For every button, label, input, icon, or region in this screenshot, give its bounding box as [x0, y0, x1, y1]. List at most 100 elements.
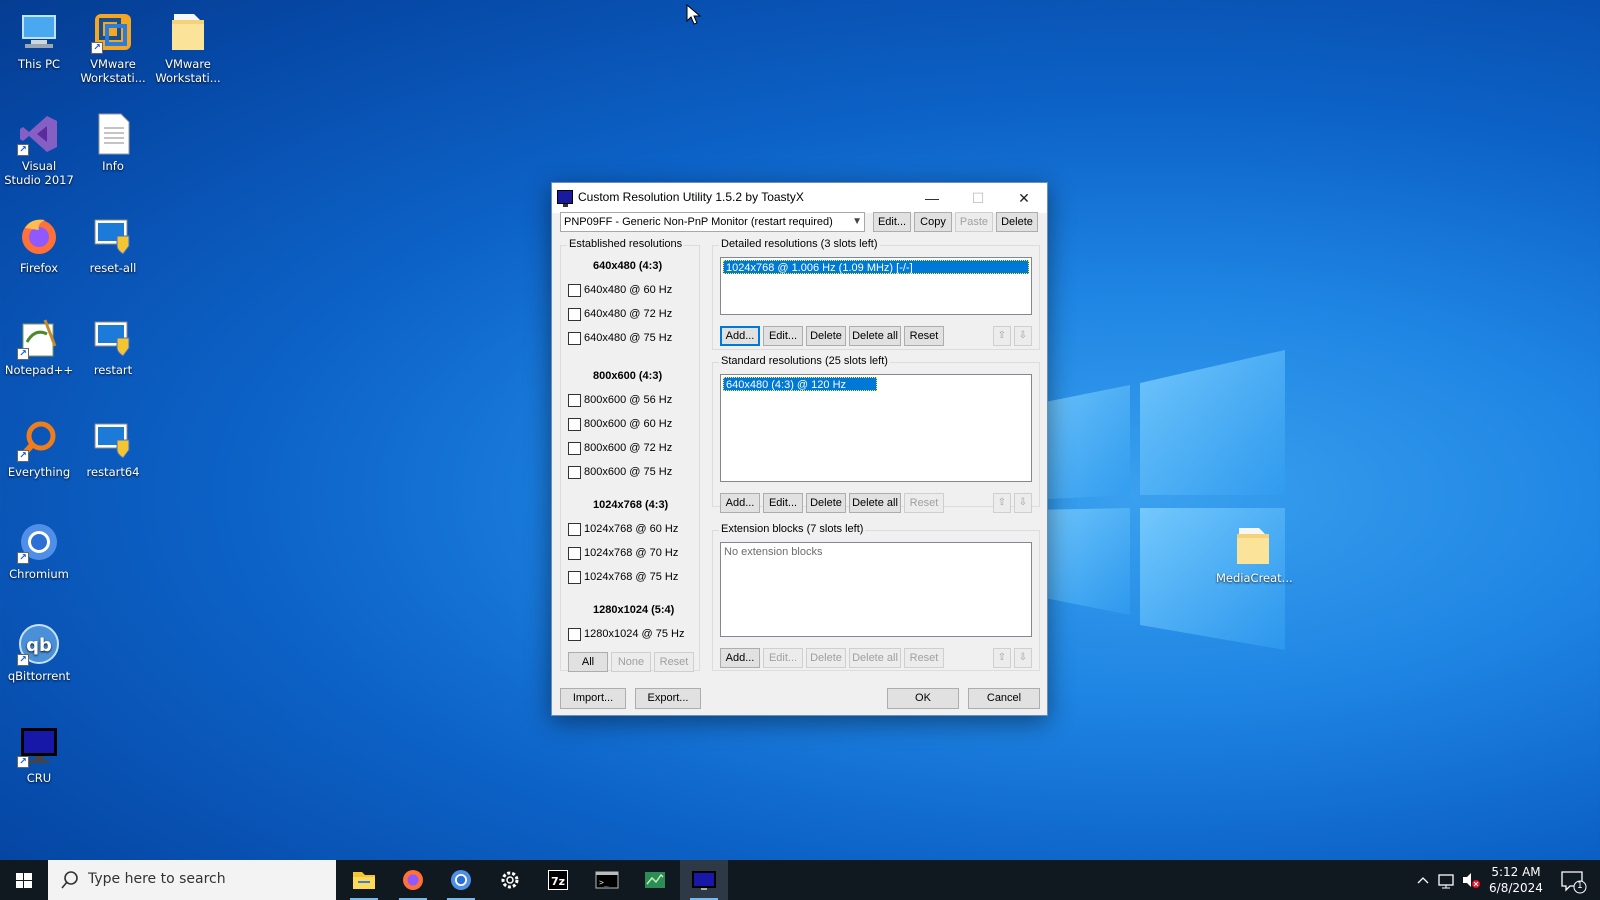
export-button[interactable]: Export... [635, 688, 701, 709]
checkbox-640x480-60[interactable]: 640x480 @ 60 Hz [568, 284, 672, 298]
terminal-icon: >_ [595, 871, 619, 889]
desktop-icon-this-pc[interactable]: This PC [2, 8, 76, 71]
extension-delete-all-button[interactable]: Delete all [849, 648, 901, 668]
taskbar-7zip[interactable]: 7z [534, 860, 582, 900]
dialog-titlebar[interactable]: Custom Resolution Utility 1.5.2 by Toast… [552, 183, 1047, 213]
established-none-button[interactable]: None [611, 652, 651, 672]
desktop-icon-chromium[interactable]: ↗ Chromium [2, 518, 76, 581]
checkbox-1024x768-70[interactable]: 1024x768 @ 70 Hz [568, 547, 678, 561]
firefox-icon [17, 214, 61, 258]
monitor-paste-button[interactable]: Paste [955, 212, 993, 232]
7zip-icon: 7z [548, 870, 568, 890]
checkbox-640x480-72[interactable]: 640x480 @ 72 Hz [568, 308, 672, 322]
established-reset-button[interactable]: Reset [654, 652, 694, 672]
detailed-move-up-icon[interactable]: ⇧ [993, 326, 1011, 346]
desktop-icon-reset-all[interactable]: reset-all [76, 212, 150, 275]
standard-add-button[interactable]: Add... [720, 493, 760, 513]
close-button[interactable]: ✕ [1001, 183, 1047, 213]
ok-button[interactable]: OK [887, 688, 959, 709]
network-icon[interactable] [1436, 860, 1458, 900]
extension-add-button[interactable]: Add... [720, 648, 760, 668]
monitor-edit-button[interactable]: Edit... [873, 212, 911, 232]
extension-move-up-icon[interactable]: ⇧ [993, 648, 1011, 668]
checkbox-1280x1024-75[interactable]: 1280x1024 @ 75 Hz [568, 628, 684, 642]
monitor-shield-icon [91, 316, 135, 360]
taskbar-terminal[interactable]: >_ [583, 860, 631, 900]
desktop-icon-info[interactable]: Info [76, 110, 150, 173]
shortcut-arrow-icon: ↗ [17, 654, 29, 666]
standard-list-item[interactable]: 640x480 (4:3) @ 120 Hz [723, 377, 877, 391]
standard-move-up-icon[interactable]: ⇧ [993, 493, 1011, 513]
start-button[interactable] [0, 860, 48, 900]
visual-studio-icon: ↗ [17, 112, 61, 156]
desktop-icon-vmware-folder[interactable]: VMware Workstati... [151, 8, 225, 85]
extension-delete-button[interactable]: Delete [806, 648, 846, 668]
taskbar-settings[interactable] [486, 860, 534, 900]
standard-delete-all-button[interactable]: Delete all [849, 493, 901, 513]
standard-reset-button[interactable]: Reset [904, 493, 944, 513]
minimize-button[interactable]: — [909, 183, 955, 213]
import-button[interactable]: Import... [560, 688, 626, 709]
desktop-icon-restart[interactable]: restart [76, 314, 150, 377]
detailed-add-button[interactable]: Add... [720, 326, 760, 346]
extension-edit-button[interactable]: Edit... [763, 648, 803, 668]
taskbar-task-manager[interactable] [631, 860, 679, 900]
taskbar-search-box[interactable]: Type here to search [48, 860, 336, 900]
desktop-icon-vmware[interactable]: ↗ VMware Workstati... [76, 8, 150, 85]
desktop-icon-mediacreation[interactable]: MediaCreat... [1216, 522, 1293, 585]
monitor-shield-icon [91, 214, 135, 258]
standard-move-down-icon[interactable]: ⇩ [1014, 493, 1032, 513]
everything-search-icon: ↗ [17, 418, 61, 462]
monitor-delete-button[interactable]: Delete [996, 212, 1038, 232]
checkbox-1024x768-60[interactable]: 1024x768 @ 60 Hz [568, 523, 678, 537]
checkbox-1024x768-75[interactable]: 1024x768 @ 75 Hz [568, 571, 678, 585]
folder-icon [166, 10, 210, 54]
established-header-640: 640x480 (4:3) [593, 260, 663, 272]
taskbar-chromium[interactable] [437, 860, 485, 900]
detailed-delete-button[interactable]: Delete [806, 326, 846, 346]
monitor-select[interactable]: PNP09FF - Generic Non-PnP Monitor (resta… [560, 212, 865, 232]
svg-text:qb: qb [26, 635, 52, 656]
taskbar: Type here to search 7z >_ 5:12 AM 6/8/20… [0, 860, 1600, 900]
taskbar-cru[interactable] [680, 860, 728, 900]
established-all-button[interactable]: All [568, 652, 608, 672]
extension-list[interactable]: No extension blocks [720, 542, 1032, 637]
checkbox-800x600-60[interactable]: 800x600 @ 60 Hz [568, 418, 672, 432]
standard-delete-button[interactable]: Delete [806, 493, 846, 513]
extension-move-down-icon[interactable]: ⇩ [1014, 648, 1032, 668]
desktop-icon-firefox[interactable]: Firefox [2, 212, 76, 275]
desktop-icon-everything[interactable]: ↗ Everything [2, 416, 76, 479]
tray-show-hidden-icon[interactable] [1413, 860, 1433, 900]
extension-empty-text: No extension blocks [724, 546, 823, 558]
detailed-move-down-icon[interactable]: ⇩ [1014, 326, 1032, 346]
volume-muted-icon[interactable] [1460, 860, 1482, 900]
established-header-800: 800x600 (4:3) [593, 370, 663, 382]
established-title: Established resolutions [567, 238, 685, 250]
monitor-copy-button[interactable]: Copy [914, 212, 952, 232]
checkbox-800x600-56[interactable]: 800x600 @ 56 Hz [568, 394, 672, 408]
shortcut-arrow-icon: ↗ [91, 42, 103, 54]
taskbar-clock[interactable]: 5:12 AM 6/8/2024 [1486, 864, 1546, 896]
taskbar-file-explorer[interactable] [340, 860, 388, 900]
shortcut-arrow-icon: ↗ [17, 144, 29, 156]
detailed-delete-all-button[interactable]: Delete all [849, 326, 901, 346]
notification-center-icon[interactable]: 1 [1556, 860, 1588, 900]
maximize-button[interactable]: ☐ [955, 183, 1001, 213]
cancel-button[interactable]: Cancel [968, 688, 1040, 709]
standard-edit-button[interactable]: Edit... [763, 493, 803, 513]
standard-list[interactable]: 640x480 (4:3) @ 120 Hz [720, 374, 1032, 482]
checkbox-640x480-75[interactable]: 640x480 @ 75 Hz [568, 332, 672, 346]
detailed-list-item[interactable]: 1024x768 @ 1.006 Hz (1.09 MHz) [-/-] [723, 260, 1029, 274]
detailed-edit-button[interactable]: Edit... [763, 326, 803, 346]
desktop-icon-cru[interactable]: ↗ CRU [2, 722, 76, 785]
checkbox-800x600-75[interactable]: 800x600 @ 75 Hz [568, 466, 672, 480]
desktop-icon-qbittorrent[interactable]: qb ↗ qBittorrent [2, 620, 76, 683]
taskbar-firefox[interactable] [389, 860, 437, 900]
detailed-reset-button[interactable]: Reset [904, 326, 944, 346]
desktop-icon-restart64[interactable]: restart64 [76, 416, 150, 479]
extension-reset-button[interactable]: Reset [904, 648, 944, 668]
desktop-icon-notepadpp[interactable]: ↗ Notepad++ [2, 314, 76, 377]
detailed-list[interactable]: 1024x768 @ 1.006 Hz (1.09 MHz) [-/-] [720, 257, 1032, 315]
checkbox-800x600-72[interactable]: 800x600 @ 72 Hz [568, 442, 672, 456]
desktop-icon-visual-studio[interactable]: ↗ Visual Studio 2017 [2, 110, 76, 187]
